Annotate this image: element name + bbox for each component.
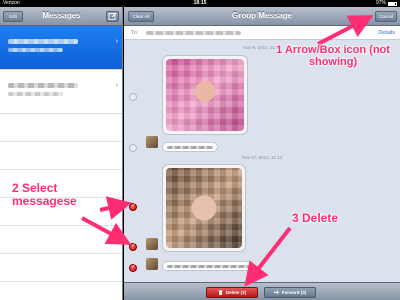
empty-row: [0, 254, 122, 282]
thread-title: Group Message: [231, 11, 292, 20]
message-select-circle[interactable]: [129, 144, 137, 152]
status-bar: Verizon 18:15 97%: [0, 0, 400, 7]
forward-button-label: Forward (3): [281, 290, 307, 295]
conversation-preview-redacted: [8, 48, 63, 52]
forward-button[interactable]: Forward (3): [264, 287, 316, 298]
recipients-redacted[interactable]: [146, 31, 241, 35]
annotation-step-1: 1 Arrow/Box icon (not showing): [276, 44, 390, 69]
left-nav-bar: Edit Messages: [0, 7, 122, 26]
message-select-circle[interactable]: [129, 242, 137, 251]
details-link[interactable]: Details: [378, 30, 395, 36]
message-text-redacted: [167, 265, 249, 268]
photo-thumbnail: [166, 59, 244, 131]
forward-arrow-icon: [273, 290, 279, 295]
empty-row: [0, 226, 122, 254]
trash-icon: [218, 290, 223, 295]
conversation-preview-redacted: [8, 39, 78, 44]
battery-icon: [388, 2, 397, 6]
delete-button[interactable]: Delete (3): [206, 287, 258, 298]
clock: 18:15: [193, 0, 207, 6]
chevron-right-icon: ›: [115, 38, 118, 45]
empty-row: [0, 282, 122, 300]
annotation-step-3: 3 Delete: [292, 211, 339, 225]
text-message[interactable]: [162, 261, 254, 271]
message-timestamp: Nov 17, 2012, 11:14: [241, 155, 283, 160]
right-nav-bar: Clear All Group Message Cancel: [124, 7, 400, 26]
message-select-circle[interactable]: [129, 263, 137, 272]
to-label: To:: [131, 30, 139, 36]
left-panel-title: Messages: [42, 11, 81, 20]
edit-toolbar: Delete (3) Forward (3): [124, 282, 400, 300]
battery-percent: 97%: [375, 0, 386, 6]
text-message[interactable]: [162, 142, 218, 152]
avatar: [146, 238, 158, 250]
photo-thumbnail: [166, 168, 242, 248]
cancel-button[interactable]: Cancel: [375, 11, 397, 22]
avatar: [146, 136, 158, 148]
conversation-preview-redacted: [8, 83, 78, 88]
compose-icon: [108, 12, 117, 20]
chevron-right-icon: ›: [115, 82, 118, 89]
avatar: [146, 258, 158, 270]
annotation-step-2: 2 Select messagese: [12, 181, 77, 209]
conversation-preview-redacted: [8, 92, 63, 96]
delete-button-label: Delete (3): [225, 290, 247, 295]
empty-row: [0, 114, 122, 142]
recipients-bar: To: Details: [124, 26, 400, 40]
conversation-item[interactable]: ›: [0, 70, 122, 114]
photo-message[interactable]: [162, 164, 246, 252]
message-select-circle[interactable]: [129, 202, 137, 211]
message-select-circle[interactable]: [129, 93, 137, 101]
message-text-redacted: [167, 146, 213, 149]
compose-button[interactable]: [106, 11, 119, 22]
conversation-item[interactable]: ›: [0, 26, 122, 70]
photo-message[interactable]: [162, 55, 248, 135]
empty-row: [0, 142, 122, 170]
conversation-list-panel: Edit Messages › ›: [0, 7, 123, 300]
